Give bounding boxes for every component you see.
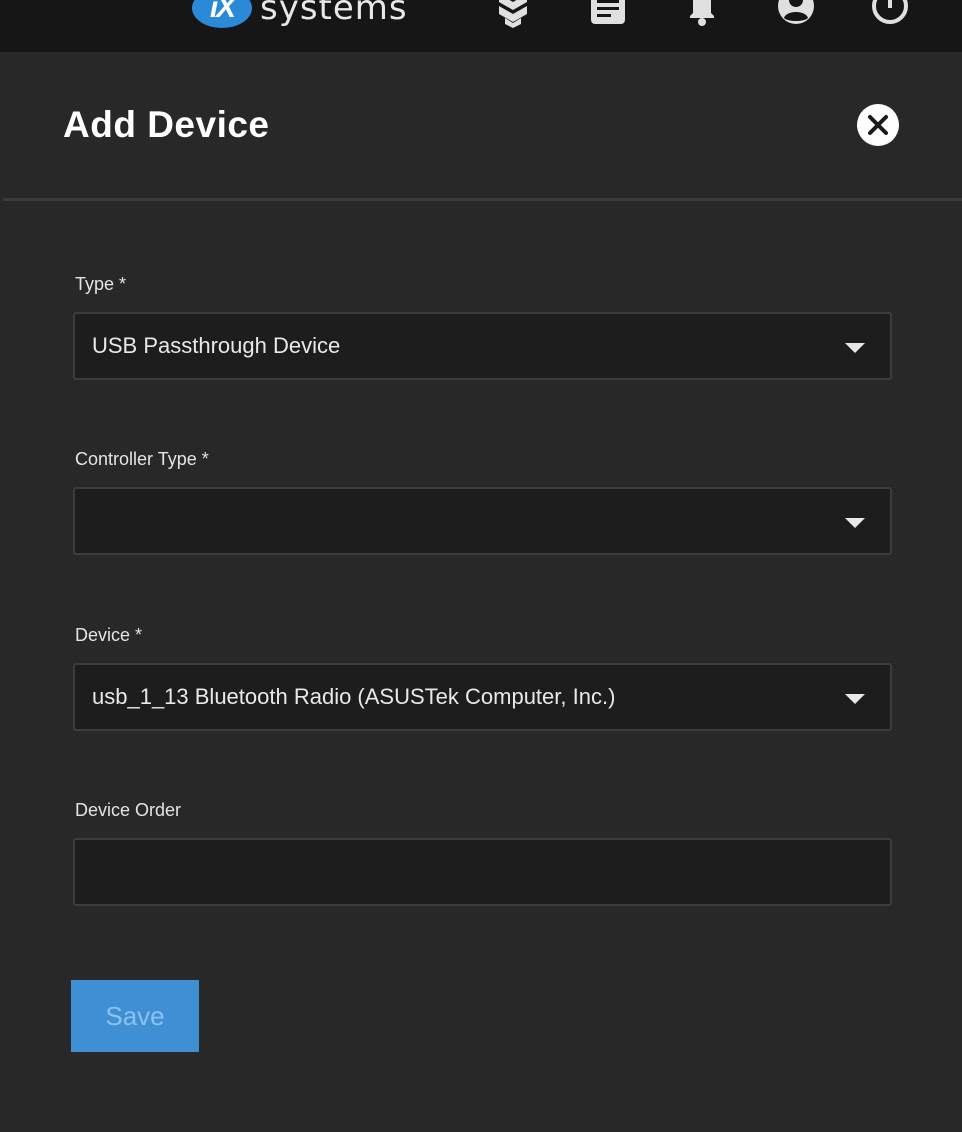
page-title: Add Device — [63, 104, 270, 145]
controller-type-label: Controller Type * — [75, 449, 209, 469]
top-toolbar: iX systems — [0, 0, 962, 52]
type-select[interactable]: USB Passthrough Device — [73, 312, 892, 380]
device-order-label: Device Order — [75, 800, 182, 820]
chevron-down-icon — [845, 343, 865, 353]
logo-text: systems — [260, 0, 408, 28]
account-icon[interactable] — [776, 0, 816, 30]
panel-header: Add Device — [3, 52, 962, 201]
tasks-icon[interactable] — [588, 0, 628, 30]
logo-badge: iX — [192, 0, 252, 28]
power-icon[interactable] — [870, 0, 910, 30]
notifications-icon[interactable] — [682, 0, 722, 30]
chevron-down-icon — [845, 694, 865, 704]
type-value: USB Passthrough Device — [92, 333, 341, 358]
device-select[interactable]: usb_1_13 Bluetooth Radio (ASUSTek Comput… — [73, 663, 892, 731]
add-device-panel: Add Device Type * USB Passthrough Device… — [3, 52, 962, 1132]
truecommand-icon[interactable] — [493, 0, 533, 30]
device-value: usb_1_13 Bluetooth Radio (ASUSTek Comput… — [92, 684, 616, 709]
device-label: Device * — [75, 625, 143, 645]
device-order-input[interactable] — [73, 838, 892, 906]
ix-systems-logo[interactable]: iX systems — [192, 0, 408, 30]
controller-type-select[interactable] — [73, 487, 892, 555]
close-icon — [868, 115, 888, 135]
save-button[interactable]: Save — [71, 980, 199, 1052]
type-label: Type * — [75, 274, 127, 294]
chevron-down-icon — [845, 518, 865, 528]
close-button[interactable] — [857, 104, 899, 146]
